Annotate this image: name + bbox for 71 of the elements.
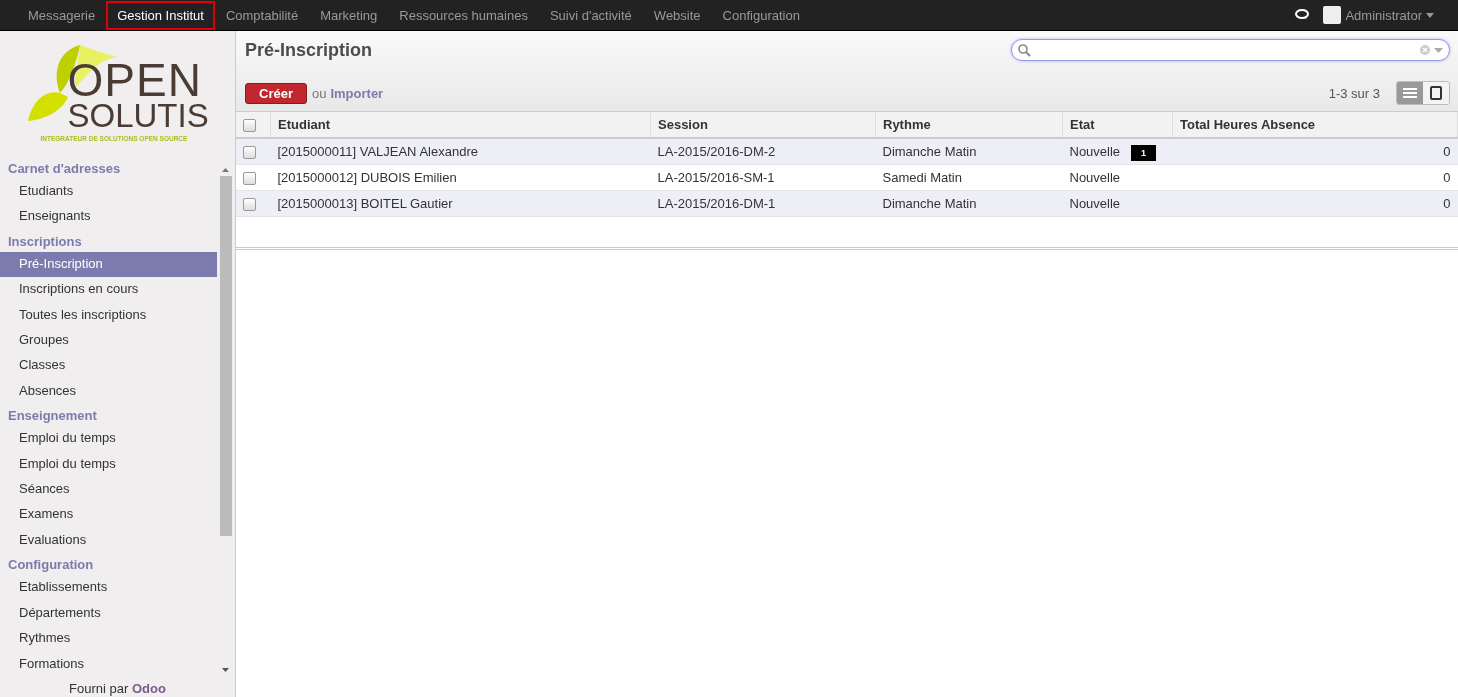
caret-icon <box>1426 12 1434 18</box>
sidebar-item[interactable]: Etudiants <box>0 179 217 205</box>
table-cell: 0 <box>1443 144 1451 160</box>
table-cell: LA-2015/2016-SM-1 <box>657 170 775 186</box>
count-badge: 1 <box>1131 145 1157 162</box>
sidebar-item[interactable]: Pré-Inscription <box>0 251 217 278</box>
sidebar-item[interactable]: Formations <box>0 651 217 677</box>
menu-item[interactable]: Ressources humaines <box>388 0 539 30</box>
table-cell: LA-2015/2016-DM-1 <box>657 196 776 212</box>
user-menu[interactable]: Administrator <box>1345 7 1422 23</box>
sidebar-item[interactable]: Rythmes <box>0 626 217 652</box>
sidebar-item[interactable]: Emploi du temps <box>0 451 217 478</box>
sidebar-item[interactable]: Séances <box>0 477 217 503</box>
sidebar-section-title: Inscriptions <box>7 232 83 251</box>
create-button[interactable]: Créer <box>245 82 307 104</box>
menu-item[interactable]: Messagerie <box>17 0 107 30</box>
sidebar-item[interactable]: Etablissements <box>0 575 217 601</box>
sidebar-item[interactable]: Départements <box>0 600 217 627</box>
sidebar-section-title: Enseignement <box>7 407 98 426</box>
table-cell: 0 <box>1443 196 1451 212</box>
sidebar-item[interactable]: Enseignants <box>0 204 217 230</box>
clear-icon[interactable] <box>1420 45 1430 55</box>
caret-icon[interactable] <box>1434 47 1443 53</box>
table-cell: Nouvelle <box>1069 196 1121 212</box>
column-header[interactable]: Etudiant <box>270 112 651 139</box>
column-header[interactable]: Rythme <box>875 112 1063 139</box>
table-cell: [2015000011] VALJEAN Alexandre <box>277 144 478 160</box>
sidebar-item[interactable]: Classes <box>0 353 217 379</box>
odoo-link[interactable]: Odoo <box>131 681 166 696</box>
column-header[interactable]: Session <box>650 112 876 139</box>
menu-item[interactable]: Suivi d'activité <box>538 0 643 30</box>
menu-item[interactable]: Comptabilité <box>214 0 310 30</box>
sidebar-item[interactable]: Inscriptions en cours <box>0 277 217 303</box>
search-field[interactable] <box>1011 39 1450 61</box>
sidebar-item[interactable]: Absences <box>0 378 217 405</box>
sidebar-section-title: Configuration <box>7 556 95 575</box>
table-cell: Dimanche Matin <box>882 144 977 160</box>
sidebar-item[interactable]: Evaluations <box>0 527 217 554</box>
sidebar-item[interactable]: Emploi du temps <box>0 426 217 452</box>
list-icon <box>1403 88 1417 98</box>
or-text: ou <box>311 85 327 101</box>
menu-item[interactable]: Website <box>642 0 712 30</box>
form-view-button[interactable] <box>1423 82 1449 104</box>
page-title: Pré-Inscription <box>245 39 373 61</box>
table-cell: Samedi Matin <box>882 170 962 186</box>
checkbox[interactable] <box>243 146 256 160</box>
checkbox[interactable] <box>243 119 256 133</box>
menu-item[interactable]: Gestion Institut <box>106 0 215 30</box>
avatar-icon <box>1323 6 1342 24</box>
sidebar-item[interactable]: Groupes <box>0 328 217 354</box>
menu-item[interactable]: Marketing <box>309 0 389 30</box>
checkbox[interactable] <box>243 198 256 212</box>
table-cell: [2015000013] BOITEL Gautier <box>277 196 453 212</box>
sidebar-section-title: Carnet d'adresses <box>7 160 122 178</box>
table-cell: LA-2015/2016-DM-2 <box>657 144 776 160</box>
column-header[interactable]: Total Heures Absence <box>1172 112 1458 139</box>
menu-item[interactable]: Configuration <box>711 0 811 30</box>
form-icon <box>1430 86 1442 100</box>
sidebar-item[interactable]: Examens <box>0 502 217 528</box>
table-cell: Nouvelle <box>1069 144 1121 160</box>
column-header[interactable]: Etat <box>1062 112 1173 139</box>
search-icon <box>1018 43 1031 57</box>
chat-icon[interactable] <box>1295 9 1310 21</box>
pager-text: 1-3 sur 3 <box>1328 85 1380 101</box>
table-cell: 0 <box>1443 170 1451 186</box>
footer-text: Fourni par <box>69 681 129 696</box>
table-cell: Nouvelle <box>1069 170 1121 186</box>
sidebar-item[interactable]: Toutes les inscriptions <box>0 302 217 329</box>
table-cell: [2015000012] DUBOIS Emilien <box>277 170 457 186</box>
table-cell: Dimanche Matin <box>882 196 977 212</box>
checkbox[interactable] <box>243 172 256 186</box>
